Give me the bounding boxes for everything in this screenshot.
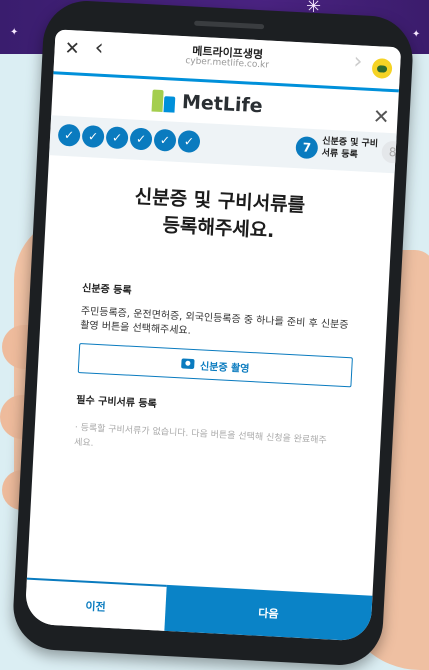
step-complete-check-icon: ✓ — [57, 123, 81, 147]
docs-section-note: · 등록할 구비서류가 없습니다. 다음 버튼을 선택해 신청을 완료해주세요. — [73, 422, 327, 449]
id-capture-button-label: 신분증 촬영 — [199, 360, 250, 375]
metlife-logo: MetLife — [151, 89, 263, 119]
close-page-icon[interactable]: ✕ — [372, 104, 390, 129]
forward-icon[interactable]: › — [353, 49, 363, 74]
step-current-number: 7 — [295, 136, 319, 160]
step-complete-check-icon: ✓ — [177, 129, 201, 154]
phone-speaker — [194, 20, 265, 30]
step-complete-check-icon: ✓ — [129, 127, 153, 151]
step-complete-check-icon: ✓ — [153, 128, 177, 152]
footer-nav: 이전 다음 — [24, 577, 373, 642]
page-title: 신분증 및 구비서류를 등록해주세요. — [45, 179, 393, 251]
step-indicator: ✓ ✓ ✓ ✓ ✓ ✓ 7 신분증 및 구비서류 등록 8 — [49, 115, 402, 174]
phone-screen: ✕ ‹ 메트라이프생명 cyber.metlife.co.kr › MetLif… — [24, 29, 402, 642]
docs-section-heading: 필수 구비서류 등록 — [75, 394, 158, 411]
prev-button[interactable]: 이전 — [24, 577, 167, 633]
phone-device: ✕ ‹ 메트라이프생명 cyber.metlife.co.kr › MetLif… — [11, 0, 415, 668]
step-next-number: 8 — [381, 140, 402, 164]
browser-bar: ✕ ‹ 메트라이프생명 cyber.metlife.co.kr › — [53, 29, 402, 93]
step-complete-check-icon: ✓ — [105, 126, 129, 150]
id-capture-button[interactable]: 신분증 촬영 — [77, 343, 353, 388]
step-complete-check-icon: ✓ — [81, 124, 105, 149]
sparkle-icon: ✦ — [412, 29, 421, 40]
camera-icon — [180, 358, 195, 370]
id-section-heading: 신분증 등록 — [81, 283, 132, 297]
sparkle-icon: ✦ — [10, 27, 19, 38]
step-current-label: 신분증 및 구비서류 등록 — [321, 136, 379, 161]
logo-text: MetLife — [181, 91, 264, 118]
id-section-description: 주민등록증, 운전면허증, 외국인등록증 중 하나를 준비 후 신분증 촬영 버… — [79, 306, 349, 337]
next-button[interactable]: 다음 — [164, 584, 373, 642]
metlife-logo-icon — [151, 89, 177, 113]
